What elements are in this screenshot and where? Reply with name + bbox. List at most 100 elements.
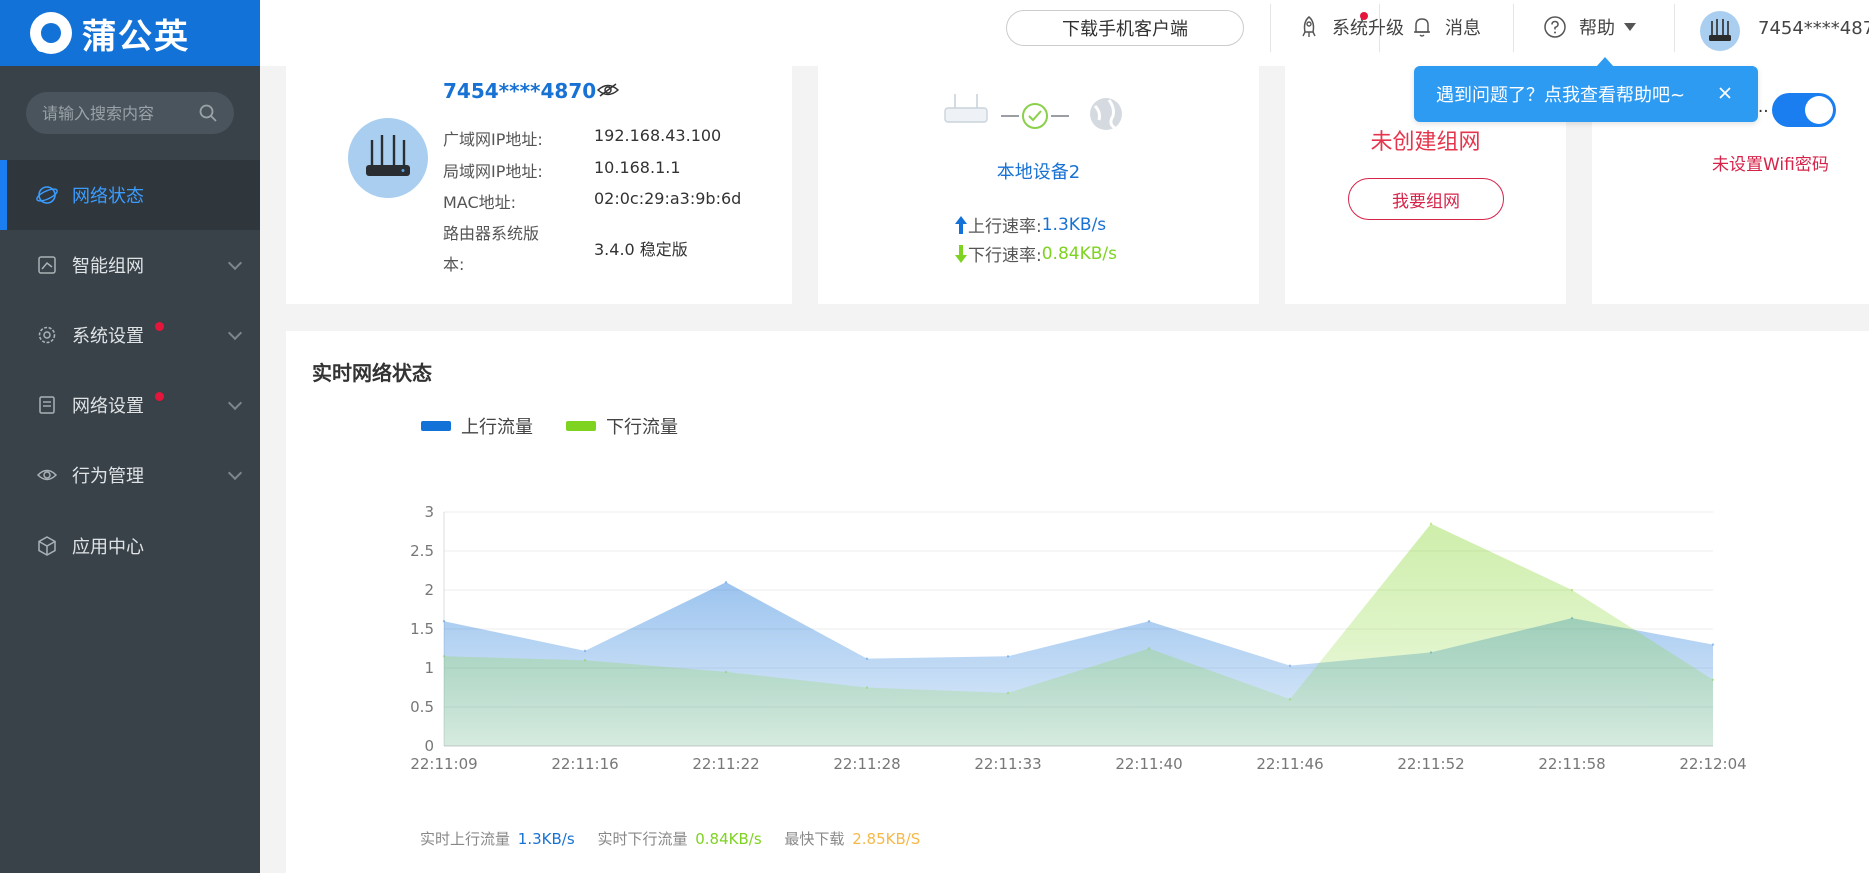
y-tick-label: 1 [424, 659, 434, 677]
wifi-toggle[interactable] [1772, 93, 1836, 127]
router-info-card: 7454****4870 广域网IP地址: 192.168.43.100 局域网… [286, 66, 792, 304]
device-connection-graphic [944, 94, 1122, 130]
system-upgrade-button[interactable]: 系统升级 [1298, 14, 1404, 40]
y-tick-label: 2 [424, 581, 434, 599]
wan-ip-label: 广域网IP地址: [443, 130, 543, 149]
data-point[interactable] [865, 686, 869, 689]
sidebar-item-smart-mesh[interactable]: 智能组网 [0, 230, 260, 300]
download-rate-label: 下行速率: [968, 246, 1042, 266]
y-tick-label: 0.5 [410, 698, 434, 716]
traffic-area-chart: 0 0.5 1 1.5 2 2.5 3 22:11:09 22:11:16 22:11:22 22:… [410, 503, 1747, 773]
sidebar-item-label: 系统设置 [72, 326, 144, 347]
search-icon[interactable] [198, 103, 218, 123]
firmware-label: 路由器系统版 [443, 224, 540, 243]
top-header: 下载手机客户端 系统升级 消息 帮助 7454****4870 [260, 0, 1869, 66]
download-rate: 下行速率: 0.84KB/s [954, 241, 1117, 266]
brand-logo[interactable]: 蒲公英 [0, 0, 260, 66]
data-point[interactable] [1006, 691, 1010, 695]
data-point[interactable] [724, 670, 728, 674]
eye-hidden-icon[interactable] [596, 82, 620, 98]
bell-icon [1414, 18, 1430, 37]
wifi-password-warning[interactable]: 未设置Wifi密码 [1712, 150, 1829, 175]
firmware-value: 3.4.0 稳定版 [594, 240, 688, 259]
divider [1513, 4, 1514, 52]
router-device-icon [944, 94, 988, 123]
router-icon [1709, 19, 1731, 41]
chevron-down-icon [227, 255, 243, 271]
footer-max-value: 2.85KB/S [852, 830, 921, 848]
data-point[interactable] [1006, 655, 1010, 658]
x-tick-label: 22:12:04 [1679, 755, 1746, 773]
messages-label: 消息 [1445, 18, 1481, 39]
data-point[interactable] [583, 659, 587, 662]
footer-up-value: 1.3KB/s [517, 830, 575, 848]
sidebar-item-network-status[interactable]: 网络状态 [0, 160, 260, 230]
sidebar-search [26, 92, 234, 134]
y-tick-label: 2.5 [410, 542, 434, 560]
device-card: 本地设备2 上行速率: 1.3KB/s 下行速率: 0.84KB/s [818, 66, 1259, 304]
y-tick-label: 0 [424, 737, 434, 755]
help-tooltip[interactable]: 遇到问题了？点我查看帮助吧~ [1414, 57, 1758, 122]
search-input[interactable] [42, 103, 198, 123]
help-tooltip-text: 遇到问题了？点我查看帮助吧~ [1436, 85, 1686, 106]
x-tick-label: 22:11:58 [1538, 755, 1605, 773]
help-label: 帮助 [1579, 18, 1615, 39]
data-point[interactable] [724, 581, 728, 584]
sidebar-item-system-settings[interactable]: 系统设置 [0, 300, 260, 370]
cube-icon [36, 535, 58, 557]
mac-value: 02:0c:29:a3:9b:6d [594, 189, 742, 208]
upload-rate-value: 1.3KB/s [1041, 214, 1107, 235]
data-point[interactable] [583, 649, 587, 653]
footer-down-value: 0.84KB/s [695, 830, 762, 848]
lan-ip-label: 局域网IP地址: [443, 162, 543, 181]
upgrade-notification-dot [1360, 12, 1368, 20]
data-point[interactable] [1429, 522, 1433, 525]
download-client-button[interactable]: 下载手机客户端 [1006, 10, 1244, 46]
brand-name: 蒲公英 [82, 16, 190, 57]
data-point[interactable] [1711, 643, 1715, 646]
footer-down-label: 实时下行流量 [597, 830, 688, 848]
footer-max-label: 最快下载 [784, 830, 845, 848]
sidebar-item-label: 行为管理 [72, 466, 144, 487]
help-button[interactable]: 帮助 [1543, 14, 1637, 40]
sidebar: 蒲公英 网络状态 智能组网 系统设置 网络设置 [0, 0, 260, 873]
footer-up-label: 实时上行流量 [420, 830, 511, 848]
data-point[interactable] [1147, 647, 1151, 650]
device-name[interactable]: 本地设备2 [818, 158, 1259, 184]
user-avatar[interactable] [1700, 11, 1740, 51]
realtime-network-panel: 实时网络状态 上行流量 下行流量 0 0.5 1 1.5 2 2.5 3 22:11:09 22… [286, 331, 1869, 873]
data-point[interactable] [1288, 698, 1292, 701]
notification-dot [155, 322, 164, 331]
chevron-down-icon [227, 465, 243, 481]
data-point[interactable] [1288, 664, 1292, 667]
data-point[interactable] [442, 655, 446, 658]
x-tick-label: 22:11:28 [833, 755, 900, 773]
router-avatar [348, 118, 428, 198]
create-mesh-button[interactable]: 我要组网 [1348, 178, 1504, 220]
check-circle-icon [1022, 103, 1048, 129]
close-icon[interactable] [1714, 82, 1736, 104]
system-upgrade-label: 系统升级 [1332, 18, 1404, 39]
divider [1379, 4, 1380, 52]
data-point[interactable] [1570, 588, 1574, 592]
user-id[interactable]: 7454****4870 [1758, 18, 1869, 39]
messages-button[interactable]: 消息 [1411, 14, 1481, 40]
notification-dot [155, 392, 164, 401]
download-rate-value: 0.84KB/s [1041, 243, 1117, 264]
data-point[interactable] [1711, 678, 1715, 681]
x-tick-label: 22:11:52 [1397, 755, 1464, 773]
router-icon [366, 135, 410, 176]
data-point[interactable] [442, 620, 446, 623]
chart-footer: 实时上行流量 1.3KB/s 实时下行流量 0.84KB/s 最快下载 2.85… [420, 828, 923, 849]
sidebar-item-behavior-management[interactable]: 行为管理 [0, 440, 260, 510]
sidebar-item-app-center[interactable]: 应用中心 [0, 511, 260, 581]
dandelion-logo-icon [30, 12, 72, 54]
x-tick-label: 22:11:22 [692, 755, 759, 773]
arrow-up-icon [955, 215, 967, 234]
globe-icon [1090, 98, 1122, 130]
x-tick-label: 22:11:40 [1115, 755, 1182, 773]
sidebar-item-network-settings[interactable]: 网络设置 [0, 370, 260, 440]
data-point[interactable] [1147, 620, 1151, 623]
data-point[interactable] [865, 657, 869, 660]
router-id: 7454****4870 [443, 79, 597, 103]
